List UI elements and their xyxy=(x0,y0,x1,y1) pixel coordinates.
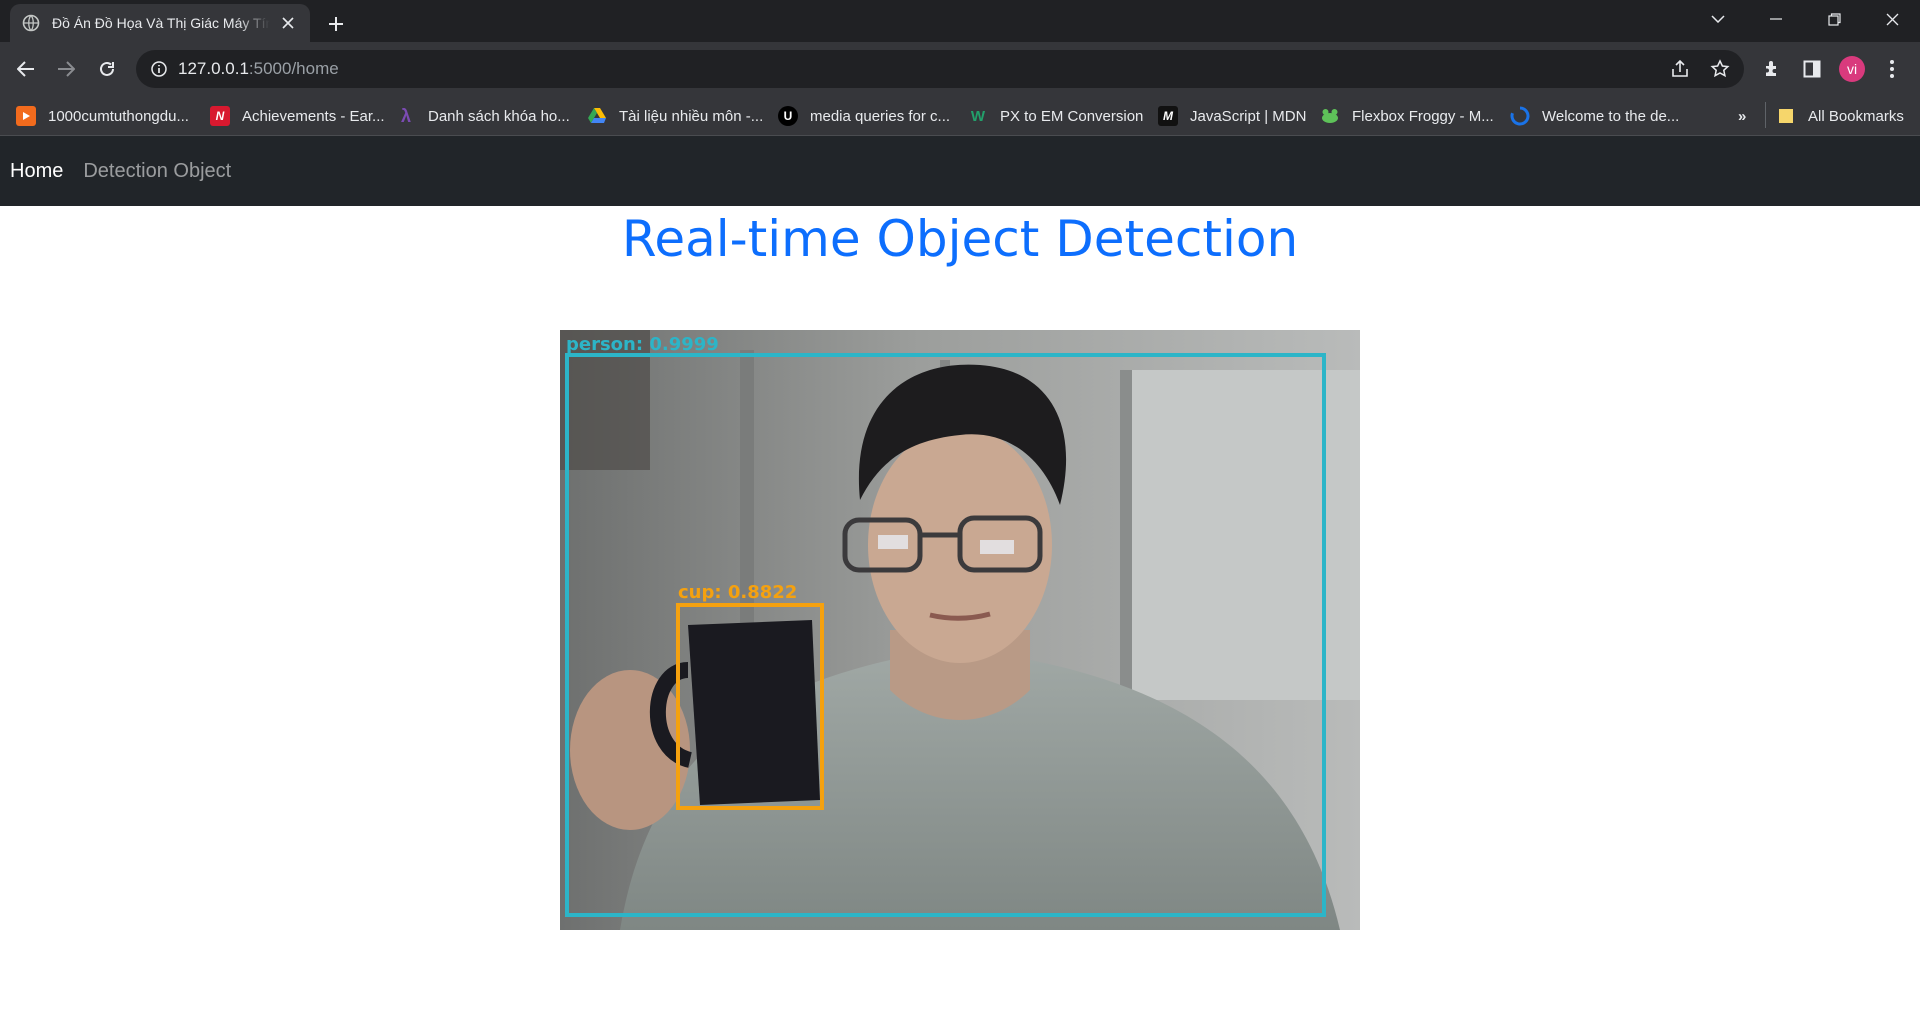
all-bookmarks-label: All Bookmarks xyxy=(1808,107,1904,125)
swirl-icon xyxy=(1510,106,1530,126)
site-navbar: Home Detection Object xyxy=(0,136,1920,206)
bookmark-item[interactable]: Welcome to the de... xyxy=(1510,104,1679,128)
bookmark-star-icon[interactable] xyxy=(1710,59,1730,84)
new-tab-button[interactable] xyxy=(322,10,350,38)
camera-frame: person: 0.9999 cup: 0.8822 xyxy=(560,330,1360,930)
cup-detection-label: cup: 0.8822 xyxy=(678,582,797,603)
folder-icon xyxy=(1776,106,1796,126)
u-icon: U xyxy=(778,106,798,126)
bookmarks-divider xyxy=(1765,102,1766,128)
bookmark-label: Flexbox Froggy - M... xyxy=(1352,107,1494,125)
tab-title: Đồ Án Đồ Họa Và Thị Giác Máy Tính xyxy=(52,15,270,31)
bookmark-label: Tài liệu nhiều môn -... xyxy=(619,107,764,125)
profile-avatar[interactable]: vi xyxy=(1836,53,1868,85)
close-tab-icon[interactable] xyxy=(278,13,298,33)
bookmark-label: 1000cumtuthongdu... xyxy=(48,107,189,125)
bookmark-item[interactable]: Tài liệu nhiều môn -... xyxy=(587,104,763,128)
bookmark-item[interactable]: 1000cumtuthongdu... xyxy=(16,104,189,128)
url-path: :5000/home xyxy=(248,59,339,78)
tab-strip: Đồ Án Đồ Họa Và Thị Giác Máy Tính xyxy=(0,0,1920,42)
bookmark-label: PX to EM Conversion xyxy=(1000,107,1144,125)
bookmarks-overflow-button[interactable]: » xyxy=(1738,104,1746,128)
close-window-button[interactable] xyxy=(1864,0,1920,38)
w-icon: W xyxy=(970,107,986,125)
cup-object xyxy=(688,620,820,805)
bookmark-label: media queries for c... xyxy=(810,107,951,125)
nav-home-link[interactable]: Home xyxy=(10,160,63,183)
restore-button[interactable] xyxy=(1806,0,1862,38)
n-icon: N xyxy=(210,106,230,126)
reload-button[interactable] xyxy=(91,53,123,85)
nav-detection-object-link[interactable]: Detection Object xyxy=(83,160,231,183)
avatar: vi xyxy=(1839,56,1865,82)
bookmark-label: Achievements - Ear... xyxy=(242,107,385,125)
browser-toolbar: 127.0.0.1:5000/home vi xyxy=(0,42,1920,96)
side-panel-icon[interactable] xyxy=(1796,53,1828,85)
share-icon[interactable] xyxy=(1670,59,1690,84)
menu-kebab-icon[interactable] xyxy=(1876,53,1908,85)
bookmark-label: JavaScript | MDN xyxy=(1190,107,1307,125)
address-bar[interactable]: 127.0.0.1:5000/home xyxy=(136,50,1744,88)
lambda-icon: λ xyxy=(400,105,411,126)
mdn-icon: M xyxy=(1158,106,1178,126)
webcam-video-feed: person: 0.9999 cup: 0.8822 xyxy=(560,330,1360,930)
bookmark-item[interactable]: W PX to EM Conversion xyxy=(968,104,1144,128)
url-host: 127.0.0.1 xyxy=(178,59,249,78)
all-bookmarks-folder[interactable]: All Bookmarks xyxy=(1776,104,1904,128)
forward-button[interactable] xyxy=(50,53,82,85)
back-button[interactable] xyxy=(10,53,42,85)
site-info-icon[interactable] xyxy=(150,60,168,78)
bookmark-item[interactable]: Flexbox Froggy - M... xyxy=(1320,104,1494,128)
person-detection-label: person: 0.9999 xyxy=(566,334,719,355)
page-title: Real-time Object Detection xyxy=(621,210,1299,268)
bookmark-item[interactable]: N Achievements - Ear... xyxy=(210,104,385,128)
play-icon xyxy=(16,106,36,126)
frog-icon xyxy=(1320,106,1340,126)
bookmark-label: Welcome to the de... xyxy=(1542,107,1680,125)
bookmark-label: Danh sách khóa ho... xyxy=(428,107,570,125)
bookmark-item[interactable]: U media queries for c... xyxy=(778,104,950,128)
browser-tab-active[interactable]: Đồ Án Đồ Họa Và Thị Giác Máy Tính xyxy=(10,4,310,42)
bookmark-item[interactable]: M JavaScript | MDN xyxy=(1158,104,1306,128)
bookmark-item[interactable]: λ Danh sách khóa ho... xyxy=(396,104,570,128)
extensions-icon[interactable] xyxy=(1756,53,1788,85)
globe-icon xyxy=(22,14,40,32)
drive-icon xyxy=(587,106,607,126)
minimize-button[interactable] xyxy=(1748,0,1804,38)
tab-search-icon[interactable] xyxy=(1690,0,1746,38)
bookmarks-bar: 1000cumtuthongdu... N Achievements - Ear… xyxy=(0,96,1920,136)
